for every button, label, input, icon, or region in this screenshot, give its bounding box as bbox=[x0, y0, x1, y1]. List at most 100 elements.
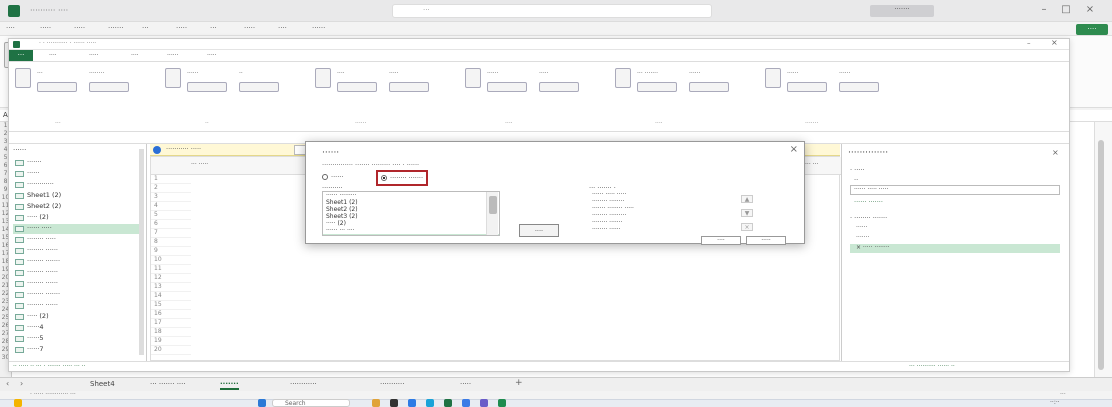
vertical-scrollbar[interactable] bbox=[1098, 140, 1104, 370]
taskbar-app-icon[interactable] bbox=[372, 399, 380, 407]
query-item[interactable]: ······4 bbox=[13, 323, 143, 333]
taskbar-clock[interactable]: ··:·· bbox=[1050, 399, 1060, 406]
taskbar-app-icon[interactable] bbox=[444, 399, 452, 407]
taskbar-app-icon[interactable] bbox=[498, 399, 506, 407]
ok-button[interactable]: ···· bbox=[701, 236, 741, 245]
taskbar-app-icon[interactable] bbox=[462, 399, 470, 407]
ribbon-small-icon[interactable] bbox=[839, 82, 879, 92]
query-item[interactable]: ····· (2) bbox=[13, 312, 143, 322]
query-item[interactable]: ····· (2) bbox=[13, 213, 143, 223]
available-tables-list[interactable]: ······ ········· Sheet1 (2) Sheet2 (2) Shee… bbox=[322, 191, 500, 236]
excel-tab[interactable]: ····· bbox=[40, 24, 51, 32]
ribbon-button-label[interactable]: ··· ······· bbox=[637, 70, 658, 77]
applied-step[interactable]: ······ bbox=[850, 224, 1060, 233]
radio-two-tables[interactable]: ······ bbox=[322, 173, 343, 181]
query-item[interactable]: ········ ······ bbox=[13, 268, 143, 278]
ribbon-button-icon[interactable] bbox=[165, 68, 181, 88]
excel-tab[interactable]: ···· bbox=[6, 24, 15, 32]
start-icon[interactable] bbox=[258, 399, 266, 407]
pq-tab-home[interactable]: ···· bbox=[49, 52, 57, 59]
close-window-icon[interactable]: × bbox=[1082, 4, 1098, 18]
ribbon-button-icon[interactable] bbox=[465, 68, 481, 88]
sheet-tab[interactable]: ············ bbox=[290, 380, 317, 388]
ribbon-button-icon[interactable] bbox=[615, 68, 631, 88]
available-table-item[interactable]: Sheet1 (2) bbox=[323, 199, 499, 206]
query-item[interactable]: ······· bbox=[13, 158, 143, 168]
available-table-item[interactable]: ······ ··· ···· bbox=[323, 227, 499, 234]
maximize-icon[interactable]: □ bbox=[1058, 4, 1074, 18]
sheet-tab[interactable]: ··········· bbox=[380, 380, 404, 388]
taskbar-app-icon[interactable] bbox=[426, 399, 434, 407]
pq-close-icon[interactable]: × bbox=[1051, 38, 1058, 47]
query-item[interactable]: ········ ······ bbox=[13, 279, 143, 289]
ribbon-small-icon[interactable] bbox=[637, 82, 677, 92]
prev-sheet-icon[interactable]: ‹ bbox=[6, 379, 9, 388]
query-item[interactable]: ········ ······ bbox=[13, 301, 143, 311]
ribbon-button-icon[interactable] bbox=[15, 68, 31, 88]
pq-minimize-icon[interactable]: – bbox=[1027, 39, 1031, 47]
query-item[interactable]: ········ ······ bbox=[13, 246, 143, 256]
available-table-item[interactable]: Sheet2 (2) bbox=[323, 206, 499, 213]
user-account[interactable]: ······· bbox=[870, 5, 934, 17]
excel-tab[interactable]: ····· bbox=[74, 24, 85, 32]
cancel-button[interactable]: ····· bbox=[746, 236, 786, 245]
query-item[interactable]: ········ ······· bbox=[13, 290, 143, 300]
next-sheet-icon[interactable]: › bbox=[20, 379, 23, 388]
all-properties-link[interactable]: ······ ······· bbox=[854, 198, 883, 206]
available-table-item[interactable]: ······ ········· bbox=[323, 192, 499, 199]
radio-three-or-more[interactable]: ········ ······· bbox=[376, 170, 429, 186]
taskbar-app-icon[interactable] bbox=[480, 399, 488, 407]
remove-icon[interactable]: × bbox=[741, 223, 753, 231]
title-search-box[interactable]: ··· bbox=[392, 4, 712, 18]
ribbon-button-icon[interactable] bbox=[765, 68, 781, 88]
sheet-tab[interactable]: ··· ······· ···· bbox=[150, 380, 186, 388]
query-item[interactable]: ········ ····· bbox=[13, 235, 143, 245]
excel-tab[interactable]: ···· bbox=[278, 24, 287, 32]
pq-tab-transform[interactable]: ····· bbox=[89, 52, 99, 59]
taskbar-search[interactable]: Search bbox=[272, 399, 350, 407]
ribbon-small-icon[interactable] bbox=[787, 82, 827, 92]
column-header-right[interactable]: ··· ··· bbox=[805, 161, 818, 168]
query-item[interactable]: Sheet2 (2) bbox=[13, 202, 143, 212]
append-table-item[interactable]: ········ ········ bbox=[589, 198, 739, 205]
minimize-icon[interactable]: – bbox=[1036, 4, 1052, 18]
available-list-scrollbar[interactable] bbox=[486, 192, 498, 235]
share-button[interactable]: ···· bbox=[1076, 24, 1108, 35]
pq-tab-view[interactable]: ······ bbox=[167, 52, 178, 59]
tables-to-append-list[interactable]: ······ ····· ····· ········ ········ ·····… bbox=[589, 191, 739, 231]
query-item[interactable]: ······ bbox=[13, 169, 143, 179]
ribbon-small-icon[interactable] bbox=[337, 82, 377, 92]
move-up-icon[interactable]: ▲ bbox=[741, 195, 753, 203]
excel-tab[interactable]: ······ bbox=[312, 24, 325, 32]
query-item[interactable]: ······7 bbox=[13, 345, 143, 355]
ribbon-small-icon[interactable] bbox=[89, 82, 129, 92]
excel-tab[interactable]: ······· bbox=[108, 24, 124, 32]
excel-tab[interactable]: ··· bbox=[210, 24, 217, 32]
ribbon-button-label[interactable]: ········ bbox=[89, 70, 104, 77]
add-sheet-icon[interactable]: + bbox=[515, 378, 523, 388]
append-table-item[interactable]: ········ ······· bbox=[589, 219, 739, 226]
ribbon-button-label[interactable]: ···· bbox=[337, 70, 345, 77]
pq-tab-help[interactable]: ····· bbox=[207, 52, 217, 59]
ribbon-button-label[interactable]: ····· bbox=[539, 70, 549, 77]
move-down-icon[interactable]: ▼ bbox=[741, 209, 753, 217]
dialog-close-icon[interactable]: × bbox=[790, 144, 798, 155]
weather-icon[interactable] bbox=[14, 399, 22, 407]
taskbar-app-icon[interactable] bbox=[408, 399, 416, 407]
pq-tab-add-column[interactable]: ···· bbox=[131, 52, 139, 59]
append-table-item[interactable]: ········ ······ bbox=[589, 226, 739, 231]
append-table-item[interactable]: ······ ····· ····· bbox=[589, 191, 739, 198]
ribbon-button-label[interactable]: ····· bbox=[389, 70, 399, 77]
available-table-item[interactable]: Sheet3 (2) bbox=[323, 213, 499, 220]
ribbon-button-icon[interactable] bbox=[315, 68, 331, 88]
ribbon-small-icon[interactable] bbox=[539, 82, 579, 92]
ribbon-small-icon[interactable] bbox=[389, 82, 429, 92]
sheet-tab[interactable]: Sheet4 bbox=[90, 380, 115, 388]
excel-tab[interactable]: ····· bbox=[176, 24, 187, 32]
query-item[interactable]: ······5 bbox=[13, 334, 143, 344]
ribbon-button-label[interactable]: ······ bbox=[689, 70, 700, 77]
scroll-thumb[interactable] bbox=[489, 196, 497, 214]
taskbar-app-icon[interactable] bbox=[390, 399, 398, 407]
applied-step[interactable]: × ····· ········ bbox=[850, 244, 1060, 253]
applied-step[interactable]: ······· bbox=[850, 234, 1060, 243]
